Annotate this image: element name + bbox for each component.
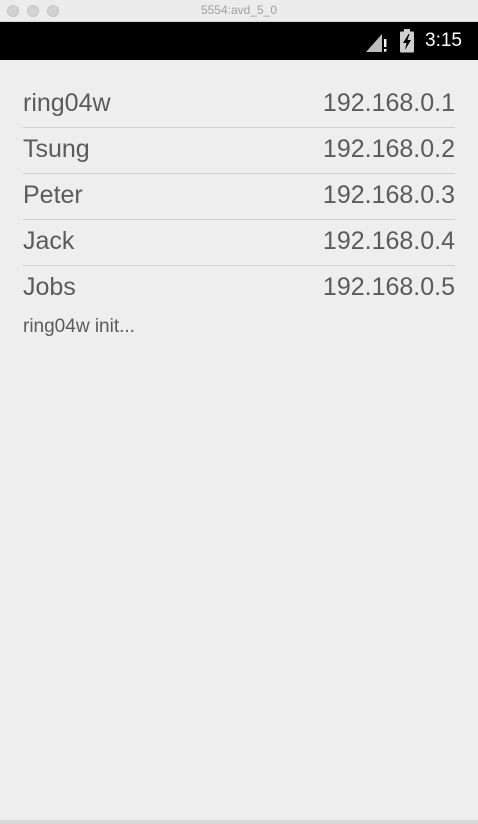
- host-list: ring04w 192.168.0.1 Tsung 192.168.0.2 Pe…: [23, 82, 455, 312]
- host-row[interactable]: Peter 192.168.0.3: [23, 174, 455, 220]
- window-bottom-edge: [0, 820, 478, 824]
- host-name: Jack: [23, 227, 75, 255]
- host-ip: 192.168.0.4: [322, 227, 455, 255]
- window-title: 5554:avd_5_0: [200, 3, 278, 17]
- host-name: Tsung: [23, 135, 90, 163]
- battery-charging-icon: [400, 29, 414, 53]
- host-name: Jobs: [23, 273, 76, 301]
- emulator-window: 5554:avd_5_0 3:15 ring04w 192.168.0.1 Ts…: [0, 0, 478, 824]
- host-ip: 192.168.0.2: [322, 135, 455, 163]
- host-row[interactable]: Jobs 192.168.0.5: [23, 266, 455, 312]
- host-row[interactable]: Jack 192.168.0.4: [23, 220, 455, 266]
- host-ip: 192.168.0.5: [322, 273, 455, 301]
- window-titlebar: 5554:avd_5_0: [0, 0, 478, 22]
- status-bar-clock: 3:15: [425, 30, 462, 51]
- signal-no-data-icon: [366, 34, 387, 52]
- host-name: Peter: [23, 181, 83, 209]
- status-message: ring04w init...: [23, 316, 135, 337]
- host-name: ring04w: [23, 89, 111, 117]
- android-status-bar: 3:15: [0, 22, 478, 60]
- host-ip: 192.168.0.1: [322, 89, 455, 117]
- host-row[interactable]: ring04w 192.168.0.1: [23, 82, 455, 128]
- host-row[interactable]: Tsung 192.168.0.2: [23, 128, 455, 174]
- host-ip: 192.168.0.3: [322, 181, 455, 209]
- app-content: ring04w 192.168.0.1 Tsung 192.168.0.2 Pe…: [0, 60, 478, 820]
